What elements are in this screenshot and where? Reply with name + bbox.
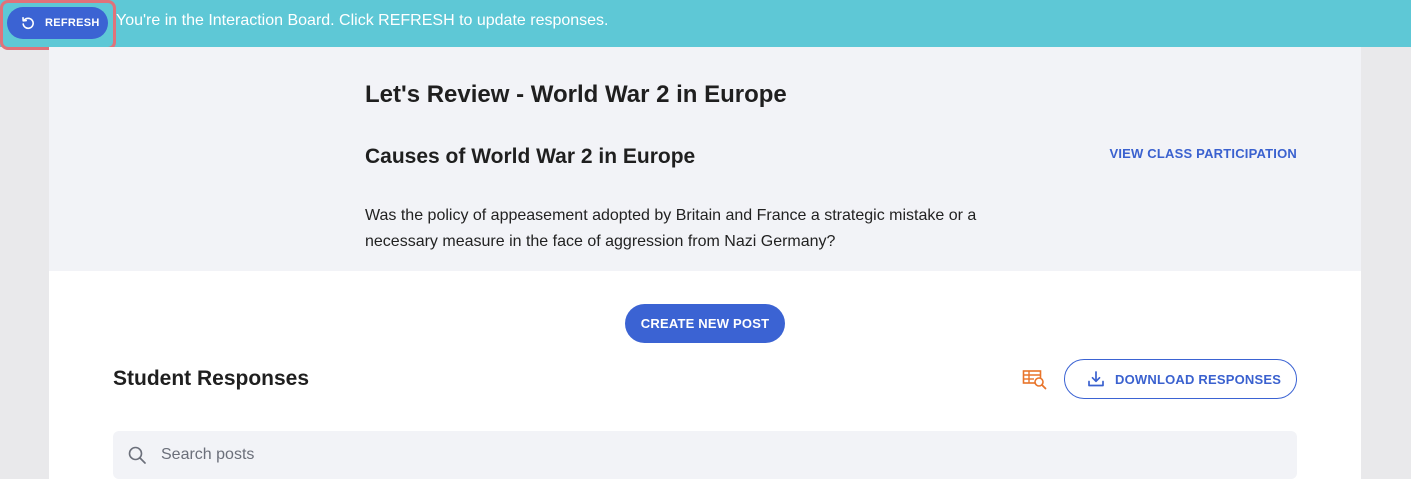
search-input[interactable] bbox=[161, 446, 1261, 464]
student-responses-heading: Student Responses bbox=[113, 367, 310, 390]
banner-message: You're in the Interaction Board. Click R… bbox=[116, 12, 609, 29]
board-header: Let's Review - World War 2 in Europe Cau… bbox=[49, 47, 1361, 271]
interaction-board-banner: REFRESH You're in the Interaction Board.… bbox=[0, 0, 1411, 50]
refresh-label: REFRESH bbox=[45, 17, 100, 29]
discussion-question: Was the policy of appeasement adopted by… bbox=[365, 207, 977, 250]
download-icon bbox=[1088, 371, 1104, 387]
refresh-button[interactable]: REFRESH bbox=[7, 7, 108, 39]
download-responses-label: DOWNLOAD RESPONSES bbox=[1115, 371, 1282, 387]
board-content: Let's Review - World War 2 in Europe Cau… bbox=[49, 47, 1361, 479]
view-class-participation-link[interactable]: VIEW CLASS PARTICIPATION bbox=[1109, 146, 1297, 161]
page-title: Let's Review - World War 2 in Europe bbox=[365, 81, 787, 108]
topic-title: Causes of World War 2 in Europe bbox=[365, 145, 696, 168]
create-new-post-button[interactable]: CREATE NEW POST bbox=[625, 304, 785, 343]
table-search-icon[interactable] bbox=[1022, 368, 1048, 390]
search-posts-box[interactable] bbox=[113, 431, 1297, 479]
download-responses-button[interactable]: DOWNLOAD RESPONSES bbox=[1064, 359, 1297, 399]
search-icon bbox=[128, 446, 146, 464]
refresh-icon bbox=[22, 17, 34, 30]
